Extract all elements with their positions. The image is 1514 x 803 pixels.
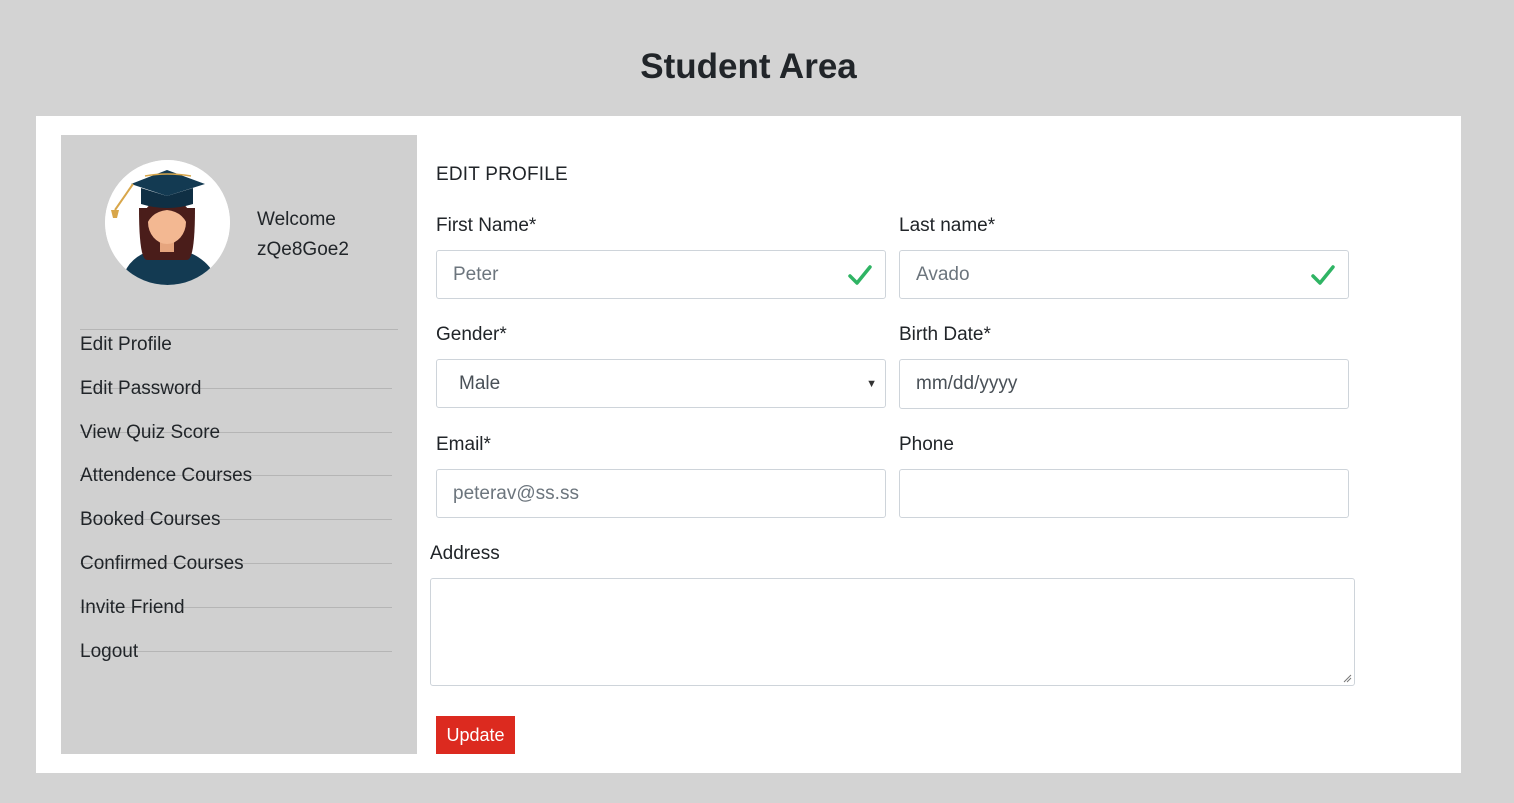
sidebar-item-label: Edit Profile (80, 334, 172, 355)
page-title: Student Area (640, 47, 857, 86)
birth-date-field[interactable]: mm/dd/yyyy (899, 359, 1349, 409)
birth-date-label: Birth Date* (899, 324, 991, 345)
gender-select[interactable]: Male ▼ (436, 359, 886, 408)
email-placeholder: peterav@ss.ss (453, 482, 579, 504)
graduate-avatar-icon (105, 160, 230, 285)
sidebar: Welcome zQe8Goe2 Edit Profile Edit Passw… (61, 135, 417, 754)
birth-date-placeholder: mm/dd/yyyy (916, 373, 1018, 394)
resize-handle-icon[interactable] (1342, 673, 1352, 683)
phone-label: Phone (899, 434, 954, 455)
sidebar-item-label: View Quiz Score (80, 421, 221, 443)
gender-label: Gender* (436, 324, 507, 345)
last-name-placeholder: Avado (916, 263, 970, 285)
sidebar-item-label: Booked Courses (80, 509, 221, 531)
sidebar-menu: Edit Profile Edit Password View Quiz Sco… (80, 335, 392, 696)
last-name-label: Last name* (899, 215, 996, 236)
content-card: Welcome zQe8Goe2 Edit Profile Edit Passw… (36, 116, 1461, 773)
welcome-label: Welcome (257, 209, 336, 230)
section-title: EDIT PROFILE (436, 164, 568, 185)
sidebar-item-label: Attendence Courses (80, 465, 253, 487)
email-field[interactable]: peterav@ss.ss (436, 469, 886, 518)
sidebar-item-logout[interactable]: Logout (80, 642, 392, 696)
first-name-placeholder: Peter (453, 263, 499, 285)
check-icon (1311, 265, 1335, 285)
update-button[interactable]: Update (436, 716, 515, 754)
sidebar-item-label: Edit Password (80, 377, 202, 399)
sidebar-item-label: Logout (80, 640, 139, 662)
page: Student Area Welcome zQe8Goe2 Edit Profi… (0, 0, 1514, 803)
phone-field[interactable] (899, 469, 1349, 518)
address-textarea[interactable] (430, 578, 1355, 686)
address-label: Address (430, 543, 500, 564)
sidebar-item-label: Invite Friend (80, 596, 185, 618)
gender-selected-value: Male (459, 372, 501, 394)
first-name-label: First Name* (436, 215, 537, 236)
sidebar-item-label: Confirmed Courses (80, 552, 244, 574)
email-label: Email* (436, 434, 491, 455)
caret-down-icon: ▼ (866, 378, 877, 390)
username: zQe8Goe2 (257, 239, 349, 260)
last-name-field[interactable]: Avado (899, 250, 1349, 299)
welcome-message: Welcome zQe8Goe2 (257, 205, 349, 265)
check-icon (848, 265, 872, 285)
first-name-field[interactable]: Peter (436, 250, 886, 299)
